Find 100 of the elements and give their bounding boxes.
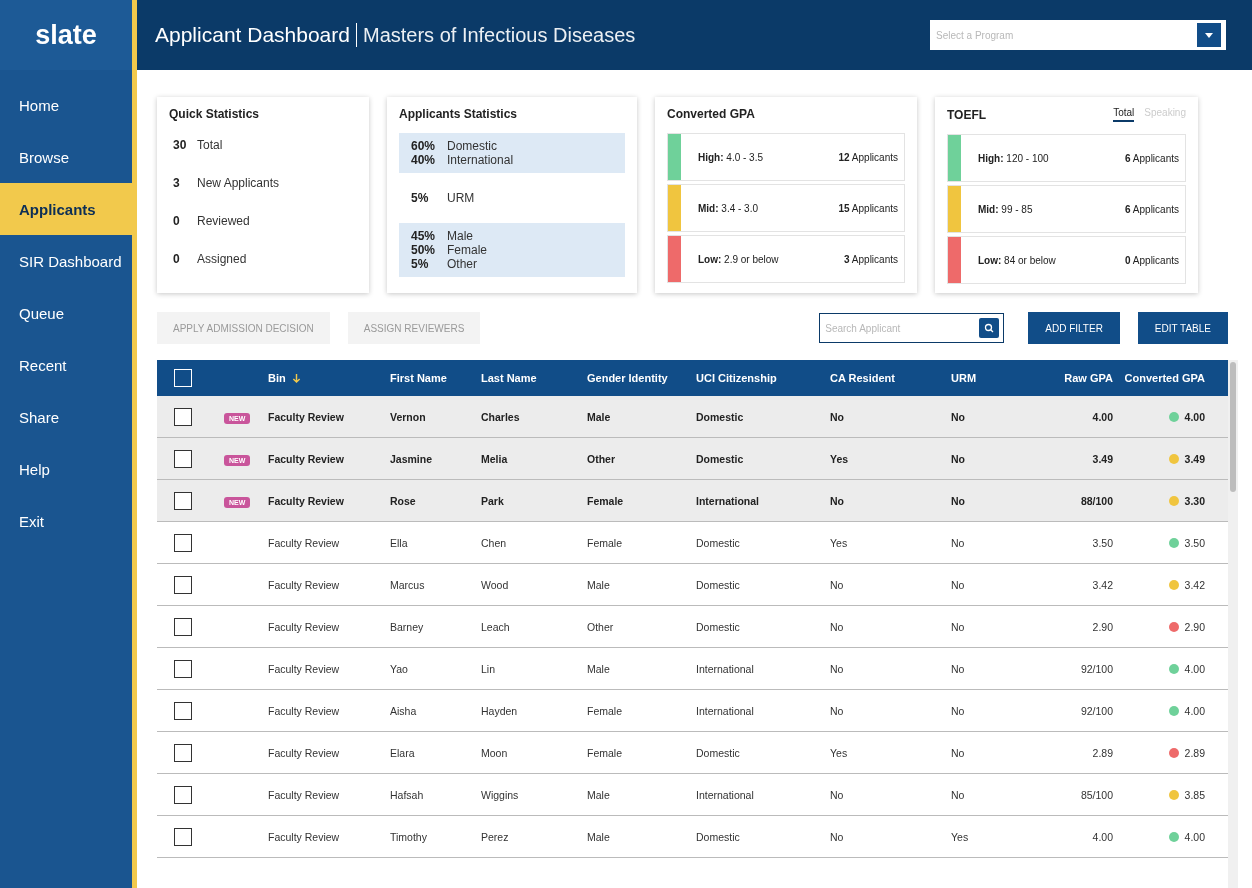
sidebar-item[interactable]: Exit [0, 495, 137, 547]
table-cell-text: Faculty Review [268, 662, 341, 675]
table-cell: 4.00 [1184, 704, 1205, 717]
column-header[interactable]: First Name [390, 372, 481, 384]
sidebar-item[interactable]: SIR Dashboard [0, 235, 137, 287]
sidebar-item[interactable]: Share [0, 391, 137, 443]
table-row[interactable]: Faculty Review Ella Chen Female Domestic Yes No 3.50 3.50 [157, 522, 1228, 564]
table-cell-text: Female [587, 746, 623, 759]
band-count: 12 Applicants [838, 151, 898, 163]
stat-value: 40% [411, 153, 437, 167]
stat-label: Total [197, 138, 223, 152]
logo: slate [0, 0, 132, 70]
table-cell-text: No [951, 746, 966, 759]
row-checkbox[interactable] [174, 827, 192, 846]
table-cell-text: Rose [390, 494, 417, 507]
table-cell-text: Jasmine [390, 452, 434, 465]
table-cell-text: Faculty Review [268, 746, 341, 759]
table-cell: 3.50 [1184, 536, 1205, 549]
table-cell-text: Female [587, 494, 625, 507]
table-cell-text: 3.50 [1091, 536, 1113, 549]
band-range: Mid: 99 - 85 [978, 203, 1033, 215]
search-icon[interactable] [979, 318, 1000, 338]
card-title: Quick Statistics [169, 107, 261, 121]
column-header[interactable]: Bin [268, 372, 286, 384]
sidebar-item[interactable]: Queue [0, 287, 137, 339]
program-select[interactable]: Select a Program [930, 20, 1226, 50]
sidebar-item[interactable]: Home [0, 79, 137, 131]
stat-label: URM [447, 191, 475, 205]
table-row[interactable]: Faculty Review Marcus Wood Male Domestic No No 3.42 3.42 [157, 564, 1228, 606]
column-header[interactable]: Raw GPA [1031, 372, 1113, 384]
table-row[interactable]: Faculty Review Timothy Perez Male Domestic No Yes 4.00 4.00 [157, 816, 1228, 858]
row-checkbox[interactable] [174, 659, 192, 678]
sidebar-item[interactable]: Help [0, 443, 137, 495]
row-checkbox[interactable] [174, 701, 192, 720]
table-cell-text: 4.00 [1091, 830, 1113, 843]
table-cell-text: Male [587, 662, 611, 675]
table-cell: 4.00 [1184, 662, 1205, 675]
table-cell-text: Yao [390, 662, 409, 675]
table-cell-text: 92/100 [1079, 662, 1113, 675]
table-cell-text: Marcus [390, 578, 426, 591]
search-field[interactable]: Search Applicant [819, 313, 1005, 343]
column-header[interactable]: Gender Identity [587, 372, 696, 384]
sort-arrow-icon[interactable] [291, 372, 301, 384]
table-cell-text: Male [587, 830, 611, 843]
row-checkbox[interactable] [174, 785, 192, 804]
row-checkbox[interactable] [174, 449, 192, 468]
band-count: 6 Applicants [1125, 152, 1179, 164]
table-cell-text: Moon [481, 746, 509, 759]
column-header[interactable]: CA Resident [830, 372, 951, 384]
stat-label: Other [447, 257, 477, 271]
table-cell-text: Faculty Review [268, 704, 341, 717]
table-row[interactable]: Faculty Review Barney Leach Other Domestic No No 2.90 2.90 [157, 606, 1228, 648]
table-cell-text: Leach [481, 620, 511, 633]
table-cell-text: Lin [481, 662, 496, 675]
table-cell-text: 2.89 [1091, 746, 1113, 759]
row-checkbox[interactable] [174, 617, 192, 636]
row-checkbox[interactable] [174, 575, 192, 594]
table-cell-text: Female [587, 536, 623, 549]
table-cell-text: No [951, 704, 966, 717]
stat-label: Reviewed [197, 214, 250, 228]
select-all-checkbox[interactable] [174, 369, 192, 387]
caret-icon [1197, 23, 1221, 47]
table-cell-text: Wood [481, 578, 510, 591]
table-cell-text: Aisha [390, 704, 418, 717]
column-header[interactable]: Converted GPA [1113, 372, 1217, 384]
band-count: 15 Applicants [838, 202, 898, 214]
table-row[interactable]: Faculty Review Yao Lin Male International No No 92/100 4.00 [157, 648, 1228, 690]
table-cell: 4.00 [1184, 830, 1205, 843]
stat-value: 0 [173, 252, 181, 266]
row-checkbox[interactable] [174, 407, 192, 426]
page-subtitle: Masters of Infectious Diseases [361, 23, 636, 47]
table-cell-text: Yes [830, 536, 849, 549]
stat-value: 5% [411, 257, 430, 271]
table-row[interactable]: Faculty Review Elara Moon Female Domestic Yes No 2.89 2.89 [157, 732, 1228, 774]
stat-label: International [447, 153, 514, 167]
table-row[interactable]: Faculty Review Aisha Hayden Female International No No 92/100 4.00 [157, 690, 1228, 732]
sidebar-item[interactable]: Browse [0, 131, 137, 183]
sidebar-item[interactable]: Recent [0, 339, 137, 391]
tab[interactable]: Total [1113, 107, 1135, 122]
column-header[interactable]: URM [951, 372, 1031, 384]
table-cell-text: Domestic [696, 620, 741, 633]
table-cell: 3.30 [1184, 494, 1205, 507]
toolbar-button[interactable]: EDIT TABLE [1137, 312, 1228, 344]
table-cell-text: No [951, 536, 966, 549]
stat-value: 30 [173, 138, 188, 152]
row-checkbox[interactable] [174, 533, 192, 552]
table-cell-text: 92/100 [1079, 704, 1113, 717]
column-header[interactable]: UCI Citizenship [696, 372, 830, 384]
toolbar-button[interactable]: ADD FILTER [1028, 312, 1120, 344]
table-cell-text: 3.49 [1091, 452, 1113, 465]
stat-label: Female [447, 243, 487, 257]
table-cell-text: No [830, 410, 845, 423]
stat-label: Domestic [447, 139, 497, 153]
row-checkbox[interactable] [174, 491, 192, 510]
stat-label: Assigned [197, 252, 247, 266]
column-header[interactable]: Last Name [481, 372, 587, 384]
row-checkbox[interactable] [174, 743, 192, 762]
table-row[interactable]: Faculty Review Hafsah Wiggins Male International No No 85/100 3.85 [157, 774, 1228, 816]
table-cell-text: No [951, 578, 966, 591]
table-cell-text: Hayden [481, 704, 519, 717]
